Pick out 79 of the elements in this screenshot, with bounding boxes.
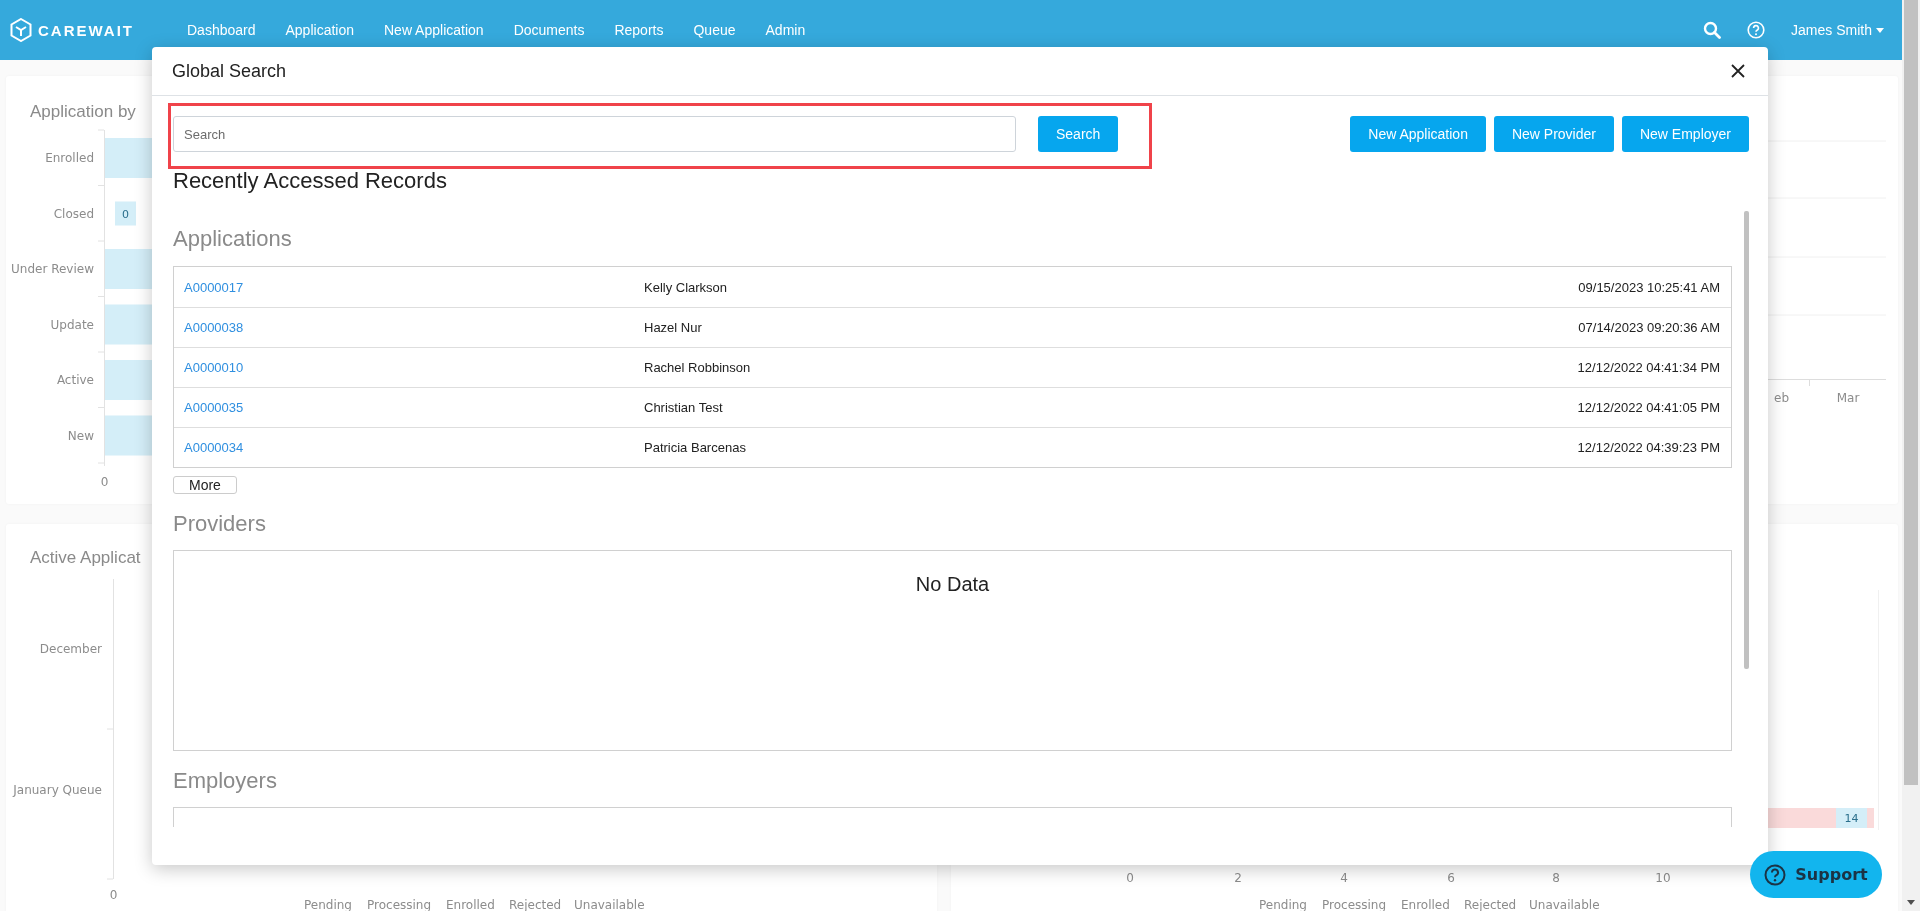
search-icon[interactable] bbox=[1703, 21, 1722, 39]
close-icon[interactable] bbox=[1731, 64, 1745, 78]
section-title: Providers bbox=[173, 510, 266, 538]
value-badge: 0 bbox=[115, 201, 136, 226]
category-label: New bbox=[67, 428, 94, 443]
caret-icon bbox=[1876, 27, 1884, 33]
nav-link[interactable]: Queue bbox=[693, 22, 736, 38]
record-link[interactable]: A0000035 bbox=[184, 400, 644, 415]
table-cell-text: Christian Test bbox=[644, 400, 724, 415]
nav-link[interactable]: Application bbox=[285, 22, 354, 38]
axis-label: 4 bbox=[1340, 871, 1348, 885]
scrollbar-thumb[interactable] bbox=[1744, 211, 1749, 669]
action-button[interactable]: New Employer bbox=[1621, 116, 1749, 152]
axis-label: 0 bbox=[100, 475, 109, 489]
nav-link[interactable]: Documents bbox=[513, 22, 585, 38]
table-cell: 09/15/2023 10:25:41 AM bbox=[1578, 279, 1720, 295]
axis-label: 8 bbox=[1552, 871, 1560, 885]
logo-icon bbox=[10, 18, 32, 42]
axis-label: 0 bbox=[109, 888, 118, 902]
legend-label: Unavailable bbox=[1529, 898, 1600, 911]
chart-title: Application by bbox=[30, 102, 136, 121]
chart-title: Active Applicat bbox=[30, 548, 141, 567]
legend-label: Enrolled bbox=[446, 898, 495, 911]
legend-label: Processing bbox=[367, 898, 432, 911]
axis-label: 0 bbox=[1126, 871, 1134, 885]
record-link[interactable]: A0000010 bbox=[184, 360, 644, 375]
category-label: Update bbox=[50, 317, 94, 332]
section-title: Applications bbox=[173, 225, 292, 253]
table-cell-text: Hazel Nur bbox=[644, 320, 703, 335]
axis-label: 10 bbox=[1655, 871, 1671, 885]
nav-link[interactable]: New Application bbox=[384, 22, 484, 38]
user-menu[interactable]: James Smith bbox=[1791, 22, 1884, 38]
support-button[interactable]: Support bbox=[1750, 851, 1882, 898]
category-label: Active bbox=[56, 373, 94, 387]
more-button[interactable]: More bbox=[173, 476, 237, 494]
table-cell: 12/12/2022 04:41:05 PM bbox=[1577, 400, 1720, 415]
record-link[interactable]: A0000034 bbox=[184, 440, 644, 455]
legend-label: Processing bbox=[1322, 898, 1387, 911]
legend-label: Pending bbox=[1259, 898, 1307, 911]
axis-label: 2 bbox=[1234, 871, 1242, 885]
axis-label: 6 bbox=[1447, 871, 1455, 885]
category-label: January Queue bbox=[13, 783, 102, 797]
scrollbar[interactable] bbox=[1902, 0, 1920, 911]
logo-text: CAREWAIT bbox=[38, 21, 134, 39]
dialog-title: Global Search bbox=[172, 60, 287, 82]
table-cell: 12/12/2022 04:41:34 PM bbox=[1577, 360, 1720, 375]
scrollbar-thumb[interactable] bbox=[1904, 0, 1918, 785]
legend-label: Unavailable bbox=[574, 898, 645, 911]
legend-label: Rejected bbox=[1464, 898, 1517, 911]
category-label: Enrolled bbox=[45, 151, 94, 165]
search-field[interactable]: Search bbox=[173, 116, 1016, 152]
table-cell-text: Kelly Clarkson bbox=[644, 279, 729, 295]
section-title: Employers bbox=[173, 767, 277, 795]
legend-label: Enrolled bbox=[1401, 898, 1450, 911]
help-icon[interactable] bbox=[1747, 21, 1766, 39]
table-cell: 12/12/2022 04:39:23 PM bbox=[1577, 440, 1720, 455]
category-label: December bbox=[39, 642, 102, 656]
category-label: Closed bbox=[53, 206, 94, 221]
scroll-down-icon[interactable] bbox=[1907, 900, 1915, 905]
nav-link[interactable]: Reports bbox=[614, 22, 664, 38]
value-badge: 14 bbox=[1836, 808, 1867, 828]
axis-label: Mar bbox=[1836, 391, 1860, 405]
help-icon bbox=[1764, 863, 1787, 886]
legend-label: Pending bbox=[304, 898, 352, 911]
table-cell: 07/14/2023 09:20:36 AM bbox=[1578, 320, 1720, 335]
action-button[interactable]: New Provider bbox=[1493, 116, 1614, 152]
table-cell-text: Rachel Robbinson bbox=[644, 360, 752, 375]
axis-label: eb bbox=[1774, 391, 1789, 405]
nav-link[interactable]: Dashboard bbox=[187, 22, 256, 38]
category-label: Under Review bbox=[11, 262, 94, 276]
nav-link[interactable]: Admin bbox=[765, 22, 806, 38]
action-button[interactable]: New Application bbox=[1350, 116, 1486, 152]
empty-message: No Data bbox=[915, 573, 990, 596]
table-cell-text: Patricia Barcenas bbox=[644, 440, 747, 455]
search-button[interactable]: Search bbox=[1038, 116, 1119, 152]
legend-label: Rejected bbox=[509, 898, 562, 911]
record-link[interactable]: A0000017 bbox=[184, 279, 644, 295]
record-link[interactable]: A0000038 bbox=[184, 320, 644, 335]
section-heading: Recently Accessed Records bbox=[173, 168, 448, 194]
